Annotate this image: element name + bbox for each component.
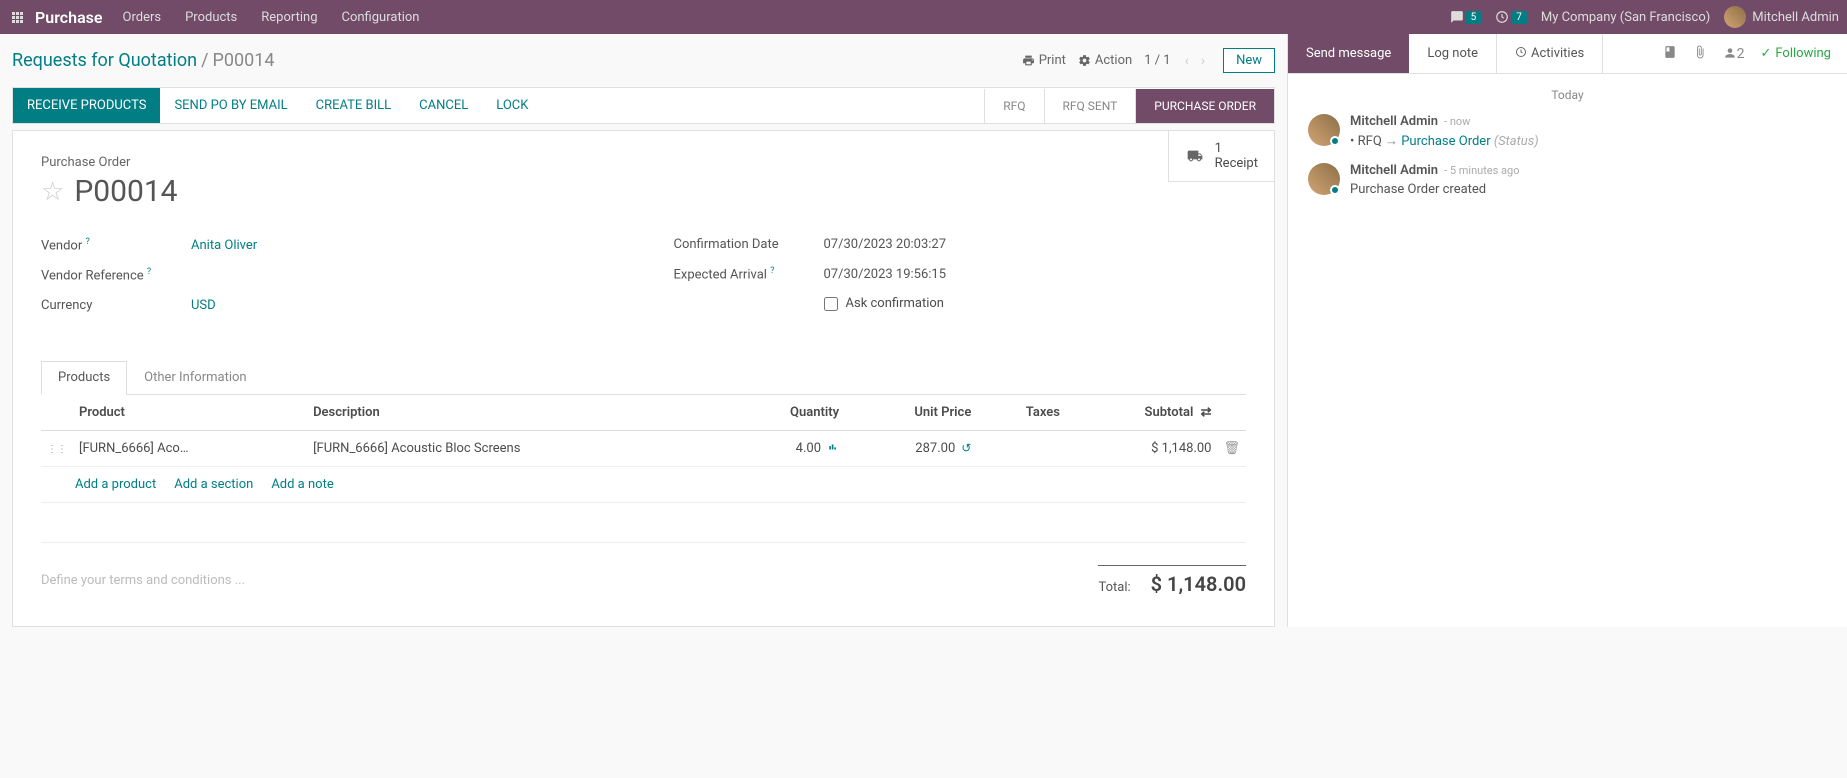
status-rfq[interactable]: RFQ	[984, 89, 1043, 123]
followers-icon[interactable]: 2	[1723, 46, 1745, 62]
history-icon[interactable]: ↺	[961, 441, 971, 455]
log-note-button[interactable]: Log note	[1409, 34, 1496, 73]
delete-row-icon[interactable]: 🗑	[1223, 441, 1240, 456]
apps-icon[interactable]	[8, 8, 27, 27]
nav-configuration[interactable]: Configuration	[342, 10, 420, 25]
attachment-icon[interactable]	[1693, 45, 1707, 63]
terms-placeholder[interactable]: Define your terms and conditions ...	[41, 573, 245, 588]
breadcrumb-current: P00014	[213, 50, 275, 71]
vendor-ref-label: Vendor Reference ?	[41, 267, 191, 283]
tab-products[interactable]: Products	[41, 361, 127, 395]
ask-confirmation-label: Ask confirmation	[846, 296, 945, 311]
add-product-link[interactable]: Add a product	[75, 477, 156, 492]
user-menu[interactable]: Mitchell Admin	[1724, 6, 1839, 28]
add-section-link[interactable]: Add a section	[174, 477, 253, 492]
col-product: Product	[73, 395, 307, 431]
company-name[interactable]: My Company (San Francisco)	[1541, 10, 1710, 25]
nav-products[interactable]: Products	[185, 10, 237, 25]
status-bar: RFQ RFQ SENT PURCHASE ORDER	[984, 89, 1274, 123]
chat-count: 5	[1466, 11, 1482, 24]
col-subtotal: Subtotal ⇄	[1066, 395, 1218, 431]
print-button[interactable]: Print	[1022, 53, 1066, 68]
expected-label: Expected Arrival ?	[674, 266, 824, 282]
pager-next[interactable]: ›	[1195, 51, 1211, 71]
row-description[interactable]: [FURN_6666] Acoustic Bloc Screens	[307, 430, 728, 466]
row-taxes[interactable]	[977, 430, 1066, 466]
activities-button[interactable]: Activities	[1496, 34, 1603, 73]
drag-handle-icon[interactable]: ⋮⋮	[47, 444, 67, 455]
new-button[interactable]: New	[1223, 48, 1275, 73]
avatar	[1308, 114, 1340, 146]
nav-reporting[interactable]: Reporting	[261, 10, 317, 25]
expected-field[interactable]: 07/30/2023 19:56:15	[824, 267, 947, 282]
star-icon[interactable]: ☆	[41, 177, 64, 207]
col-quantity: Quantity	[728, 395, 845, 431]
receipt-count: 1	[1215, 141, 1258, 156]
send-message-button[interactable]: Send message	[1288, 34, 1409, 73]
send-po-email-button[interactable]: SEND PO BY EMAIL	[160, 88, 301, 123]
col-taxes: Taxes	[977, 395, 1066, 431]
breadcrumb-root[interactable]: Requests for Quotation	[12, 50, 197, 71]
row-subtotal: $ 1,148.00	[1066, 430, 1218, 466]
forecast-icon[interactable]	[827, 441, 839, 455]
col-unit-price: Unit Price	[845, 395, 977, 431]
avatar	[1308, 163, 1340, 195]
row-unit-price[interactable]: 287.00	[915, 441, 955, 456]
confirm-date-field[interactable]: 07/30/2023 20:03:27	[824, 237, 947, 252]
avatar	[1724, 6, 1746, 28]
user-name: Mitchell Admin	[1752, 10, 1839, 25]
ask-confirmation-checkbox[interactable]	[824, 297, 838, 311]
cancel-button[interactable]: CANCEL	[405, 88, 482, 123]
clock-count: 7	[1511, 11, 1527, 24]
create-bill-button[interactable]: CREATE BILL	[302, 88, 406, 123]
add-note-link[interactable]: Add a note	[271, 477, 333, 492]
app-name[interactable]: Purchase	[35, 8, 103, 27]
status-rfq-sent[interactable]: RFQ SENT	[1044, 89, 1136, 123]
truck-icon	[1185, 148, 1205, 164]
row-quantity[interactable]: 4.00	[796, 441, 821, 456]
row-product[interactable]: [FURN_6666] Acoustic …	[79, 441, 189, 456]
chat-icon[interactable]: 5	[1450, 10, 1482, 24]
table-row[interactable]: ⋮⋮ [FURN_6666] Acoustic … [FURN_6666] Ac…	[41, 430, 1246, 466]
action-button[interactable]: Action	[1078, 53, 1132, 68]
tab-other-info[interactable]: Other Information	[127, 361, 263, 394]
receipt-button[interactable]: 1 Receipt	[1168, 131, 1274, 182]
receipt-label: Receipt	[1215, 156, 1258, 171]
nav-orders[interactable]: Orders	[123, 10, 162, 25]
receive-products-button[interactable]: RECEIVE PRODUCTS	[13, 88, 160, 123]
chatter-message: Mitchell Admin- 5 minutes ago Purchase O…	[1308, 163, 1827, 197]
clock-icon[interactable]: 7	[1495, 10, 1527, 24]
total-label: Total:	[1098, 580, 1130, 595]
currency-field[interactable]: USD	[191, 298, 216, 313]
following-button[interactable]: ✓ Following	[1760, 46, 1831, 61]
breadcrumb: Requests for Quotation / P00014	[12, 50, 274, 71]
lock-button[interactable]: LOCK	[482, 88, 542, 123]
pager-prev[interactable]: ‹	[1179, 51, 1195, 71]
vendor-label: Vendor ?	[41, 237, 191, 253]
confirm-date-label: Confirmation Date	[674, 237, 824, 252]
book-icon[interactable]	[1663, 45, 1677, 63]
chatter-message: Mitchell Admin- now RFQ → Purchase Order…	[1308, 114, 1827, 149]
record-title-label: Purchase Order	[41, 155, 1246, 170]
vendor-field[interactable]: Anita Oliver	[191, 238, 257, 253]
sliders-icon: ⇄	[1201, 405, 1212, 420]
total-value: $ 1,148.00	[1151, 572, 1246, 596]
pager: 1 / 1 ‹ ›	[1144, 51, 1211, 71]
col-description: Description	[307, 395, 728, 431]
currency-label: Currency	[41, 298, 191, 313]
today-separator: Today	[1308, 88, 1827, 102]
status-purchase-order[interactable]: PURCHASE ORDER	[1135, 89, 1274, 123]
order-number: P00014	[74, 174, 177, 209]
